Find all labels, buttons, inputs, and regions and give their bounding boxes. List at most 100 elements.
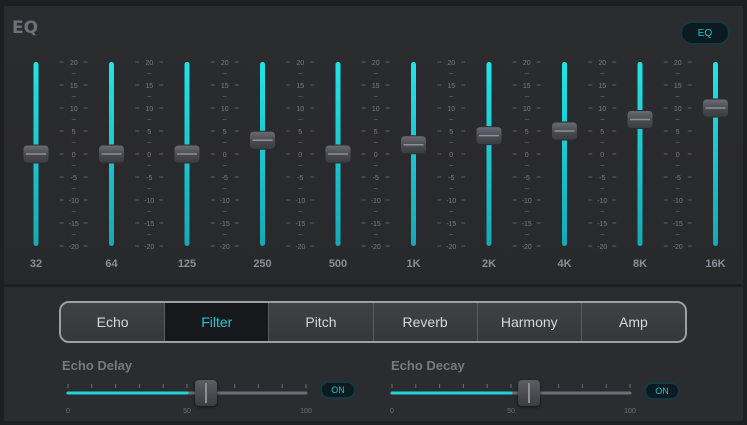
eq-scale-label: -5 bbox=[297, 175, 303, 182]
eq-scale-label: -15 bbox=[673, 221, 683, 228]
eq-band-label-500: 500 bbox=[329, 258, 347, 270]
eq-scale-label: -20 bbox=[522, 244, 532, 251]
effects-tab-bar: Echo Filter Pitch Reverb Harmony Amp bbox=[59, 301, 687, 343]
eq-scale-label: -5 bbox=[524, 175, 530, 182]
eq-scale-label: 0 bbox=[676, 152, 680, 159]
tab-filter[interactable]: Filter bbox=[165, 303, 270, 341]
eq-scale-label: 0 bbox=[525, 152, 529, 159]
eq-scale-label: 10 bbox=[145, 106, 153, 113]
eq-scale-label: -5 bbox=[146, 175, 152, 182]
eq-scale-label: 15 bbox=[145, 83, 153, 90]
eq-scale-label: -15 bbox=[446, 221, 456, 228]
eq-band-label-1K: 1K bbox=[406, 258, 420, 270]
eq-scale-label: -15 bbox=[220, 221, 230, 228]
eq-scale-label: 0 bbox=[374, 152, 378, 159]
eq-scale-label: 15 bbox=[70, 83, 78, 90]
eq-scale-label: 5 bbox=[525, 129, 529, 136]
echo-delay-label: Echo Delay bbox=[62, 358, 133, 373]
eq-scale-label: 10 bbox=[598, 106, 606, 113]
eq-band-label-16K: 16K bbox=[705, 258, 725, 270]
eq-band-label-250: 250 bbox=[253, 258, 271, 270]
eq-scale-label: -10 bbox=[597, 198, 607, 205]
eq-scale-label: 5 bbox=[676, 129, 680, 136]
eq-scale-label: 10 bbox=[523, 106, 531, 113]
tab-reverb[interactable]: Reverb bbox=[373, 303, 478, 341]
tab-amp[interactable]: Amp bbox=[581, 303, 685, 341]
eq-scale-label: 0 bbox=[147, 152, 151, 159]
eq-scale-label: -10 bbox=[144, 198, 154, 205]
eq-scale-label: 5 bbox=[223, 129, 227, 136]
eq-scale-label: -20 bbox=[446, 244, 456, 251]
eq-scale-label: 5 bbox=[298, 129, 302, 136]
eq-scale-label: -5 bbox=[71, 175, 77, 182]
eq-scale-label: 10 bbox=[296, 106, 304, 113]
eq-track-16K bbox=[713, 62, 718, 246]
eq-track-250 bbox=[260, 62, 265, 246]
eq-scale-label: 20 bbox=[296, 60, 304, 67]
eq-scale-label: 5 bbox=[449, 129, 453, 136]
eq-scale-label: 0 bbox=[72, 152, 76, 159]
eq-scale-label: 5 bbox=[72, 129, 76, 136]
eq-scale-label: 15 bbox=[447, 83, 455, 90]
eq-scale-label: -20 bbox=[673, 244, 683, 251]
echo-decay-on-toggle[interactable]: ON bbox=[644, 382, 680, 400]
eq-band-label-8K: 8K bbox=[633, 258, 647, 270]
eq-scale-label: 15 bbox=[598, 83, 606, 90]
eq-scale-label: -20 bbox=[597, 244, 607, 251]
echo-decay-slider-knob[interactable] bbox=[518, 380, 540, 406]
eq-scale-label: -15 bbox=[597, 221, 607, 228]
eq-band-label-2K: 2K bbox=[482, 258, 496, 270]
eq-scale-label: -5 bbox=[222, 175, 228, 182]
eq-scale-label: 20 bbox=[372, 60, 380, 67]
eq-scale-label: -15 bbox=[295, 221, 305, 228]
eq-scale-label: 20 bbox=[523, 60, 531, 67]
eq-scale-label: -5 bbox=[599, 175, 605, 182]
eq-scale-label: 20 bbox=[221, 60, 229, 67]
eq-scale-label: 15 bbox=[372, 83, 380, 90]
eq-scale-label: -20 bbox=[371, 244, 381, 251]
eq-scale-label: -10 bbox=[220, 198, 230, 205]
eq-scale-label: 20 bbox=[598, 60, 606, 67]
eq-band-label-64: 64 bbox=[105, 258, 118, 270]
eq-scale-label: -20 bbox=[295, 244, 305, 251]
eq-track-4K bbox=[562, 62, 567, 246]
tab-echo[interactable]: Echo bbox=[61, 303, 166, 341]
eq-track-8K bbox=[637, 62, 643, 246]
eq-band-label-32: 32 bbox=[30, 258, 42, 270]
eq-scale-label: -10 bbox=[295, 198, 305, 205]
echo-delay-on-toggle[interactable]: ON bbox=[320, 381, 356, 399]
eq-scale-label: 0 bbox=[600, 152, 604, 159]
eq-scale-label: 0 bbox=[298, 152, 302, 159]
eq-scale-label: -20 bbox=[144, 244, 154, 251]
eq-band-label-4K: 4K bbox=[557, 258, 571, 270]
tab-harmony[interactable]: Harmony bbox=[477, 303, 582, 341]
eq-scale-label: 15 bbox=[523, 83, 531, 90]
eq-scale-label: -15 bbox=[144, 221, 154, 228]
tab-pitch[interactable]: Pitch bbox=[269, 303, 374, 341]
eq-scale-label: 5 bbox=[374, 129, 378, 136]
eq-scale-label: 0 bbox=[223, 152, 227, 159]
eq-scale-label: 15 bbox=[674, 83, 682, 90]
eq-scale-label: 10 bbox=[70, 106, 78, 113]
eq-scale-label: 15 bbox=[296, 83, 304, 90]
eq-scale-label: -15 bbox=[371, 221, 381, 228]
eq-scale-label: -5 bbox=[373, 175, 379, 182]
eq-scale-label: 10 bbox=[372, 106, 380, 113]
eq-scale-label: 20 bbox=[70, 60, 78, 67]
echo-delay-slider-knob[interactable] bbox=[195, 380, 217, 406]
eq-scale-label: -10 bbox=[673, 198, 683, 205]
eq-scale-label: -10 bbox=[371, 198, 381, 205]
eq-scale-label: -15 bbox=[69, 221, 79, 228]
eq-scale-label: -10 bbox=[522, 198, 532, 205]
eq-scale-label: -10 bbox=[446, 198, 456, 205]
eq-scale-label: 20 bbox=[145, 60, 153, 67]
eq-scale-label: -5 bbox=[448, 175, 454, 182]
eq-scale-label: -10 bbox=[69, 198, 79, 205]
eq-scale-label: -20 bbox=[220, 244, 230, 251]
eq-scale-label: -5 bbox=[675, 175, 681, 182]
eq-scale-label: 15 bbox=[221, 83, 229, 90]
eq-scale-label: -15 bbox=[522, 221, 532, 228]
eq-scale-label: 5 bbox=[147, 129, 151, 136]
eq-scale-label: 0 bbox=[449, 152, 453, 159]
eq-scale-label: 10 bbox=[447, 106, 455, 113]
